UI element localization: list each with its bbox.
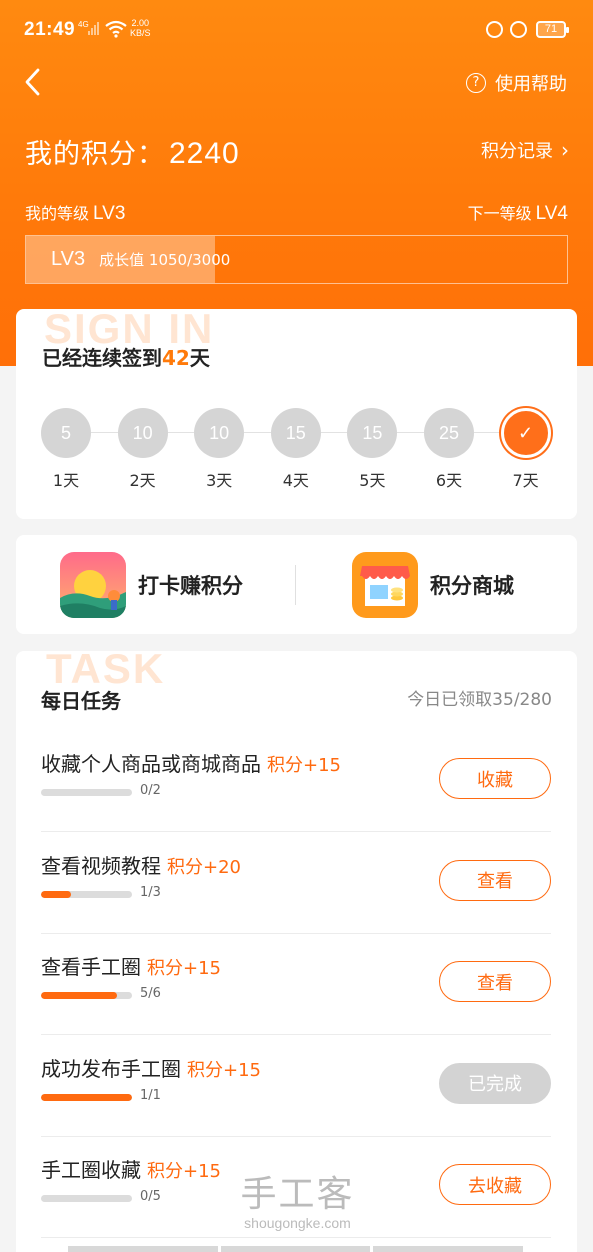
signin-days: 42 (162, 346, 190, 370)
task-name: 查看视频教程 积分+20 (41, 853, 241, 878)
points-label: 我的积分： (25, 139, 165, 170)
task-progress-bar (41, 1093, 132, 1101)
points-mall-button[interactable]: 积分商城 (352, 552, 514, 618)
task-progress-bar (41, 890, 132, 898)
signin-day-7: ✓ 7天 (500, 408, 552, 491)
question-icon: ? (466, 73, 486, 93)
task-name: 收藏个人商品或商城商品 积分+15 (41, 752, 341, 776)
claimed-today: 今日已领取35/280 (407, 690, 552, 710)
task-points: 积分+15 (147, 1161, 221, 1182)
shortcut-divider (295, 565, 296, 605)
task-action-button[interactable]: 查看 (439, 961, 551, 1002)
signin-day-points: 10 (117, 408, 168, 458)
shortcut-card: 打卡赚积分 积分商城 (16, 535, 577, 634)
signin-day-label: 1天 (52, 471, 80, 490)
help-label: 使用帮助 (495, 74, 567, 95)
signin-day-label: 4天 (282, 471, 309, 490)
task-progress-count: 1/3 (140, 884, 161, 900)
task-progress-count: 0/2 (140, 783, 161, 798)
signin-day-points: 10 (194, 408, 245, 458)
eye-comfort-icon (486, 21, 503, 38)
task-progress-count: 5/6 (140, 986, 161, 1001)
signal-icon (88, 21, 100, 35)
task-name: 手工圈收藏 积分+15 (41, 1158, 221, 1182)
task-row: 查看视频教程 积分+20 1/3 查看 (41, 833, 551, 934)
task-row: 查看手工圈 积分+15 5/6 查看 (41, 934, 551, 1035)
checkin-earn-points-label: 打卡赚积分 (138, 574, 243, 598)
task-progress-fill (41, 992, 117, 999)
signin-day-2: 10 2天 (117, 408, 169, 491)
signin-day-label: 6天 (435, 471, 463, 490)
signin-day-1: 5 1天 (40, 408, 92, 491)
signin-day-4: 15 4天 (270, 408, 322, 491)
signin-day-label: 3天 (206, 471, 233, 490)
task-name: 查看手工圈 积分+15 (41, 955, 221, 979)
task-row: 手工圈收藏 积分+15 0/5 去收藏 (41, 1137, 551, 1238)
task-progress-bar (41, 992, 132, 999)
help-button[interactable]: ? 使用帮助 (466, 70, 567, 96)
growth-progress-bar: LV3 成长值 1050/3000 (25, 235, 568, 284)
wifi-icon (105, 20, 127, 38)
back-arrow-icon[interactable] (20, 64, 50, 100)
task-progress-fill (41, 1093, 132, 1101)
current-level: 我的等级 LV3 (25, 203, 126, 224)
points-value: 2240 (169, 137, 240, 170)
signin-day-points: 25 (424, 408, 474, 458)
task-row: 成功发布手工圈 积分+15 1/1 已完成 (41, 1036, 551, 1137)
task-progress-fill (41, 890, 72, 898)
signin-day-label: 7天 (512, 471, 539, 490)
task-progress-bar (41, 1195, 132, 1202)
signin-day-points: 15 (270, 408, 321, 458)
task-action-button[interactable]: 收藏 (439, 758, 551, 799)
status-time: 21:49 (24, 19, 76, 40)
signin-card: SIGN IN 已经连续签到42天 5 1天 10 2天 10 3天 15 4天 15 5天 25 6… (16, 309, 577, 519)
checkin-earn-points-button[interactable]: 打卡赚积分 (60, 552, 243, 618)
task-completed-button: 已完成 (439, 1062, 551, 1104)
checkin-sunrise-icon (60, 552, 126, 618)
daily-tasks-title: 每日任务 (41, 689, 121, 713)
signin-day-points: 5 (41, 408, 91, 458)
records-label: 积分记录 (481, 141, 553, 162)
task-progress-bar (41, 789, 132, 796)
task-points: 积分+15 (187, 1059, 261, 1081)
net-speed: 2.00 KB/S (130, 18, 151, 38)
signin-day-3: 10 3天 (193, 408, 245, 491)
alarm-lock-icon (510, 21, 527, 38)
task-row: 收藏个人商品或商城商品 积分+15 0/2 收藏 (41, 731, 551, 832)
daily-tasks-card: TASK 每日任务 今日已领取35/280 收藏个人商品或商城商品 积分+15 0/… (16, 651, 577, 1252)
task-points: 积分+20 (167, 856, 241, 878)
battery-icon: 71 (536, 21, 569, 38)
signin-day-points: 15 (347, 408, 398, 458)
shop-store-icon (352, 552, 418, 618)
task-action-button[interactable]: 去收藏 (439, 1164, 551, 1205)
task-points: 积分+15 (267, 755, 341, 776)
check-icon: ✓ (500, 408, 551, 458)
points-mall-label: 积分商城 (430, 574, 514, 598)
task-name: 成功发布手工圈 积分+15 (41, 1056, 261, 1081)
task-points: 积分+15 (147, 958, 221, 979)
status-bar: 21:49 4G 2.00 KB/S 71 (0, 0, 593, 60)
signin-day-label: 2天 (129, 471, 156, 490)
signin-day-label: 5天 (359, 471, 386, 490)
points-records-link[interactable]: 积分记录 › (481, 137, 569, 163)
bottom-edge-bar (68, 1246, 524, 1252)
signin-title: 已经连续签到42天 (42, 346, 210, 370)
growth-progress-label: LV3 成长值 1050/3000 (51, 248, 231, 270)
task-action-button[interactable]: 查看 (439, 859, 551, 901)
task-progress-count: 0/5 (140, 1189, 161, 1204)
task-progress-count: 1/1 (140, 1087, 161, 1103)
chevron-right-icon: › (561, 138, 569, 162)
signin-day-5: 15 5天 (346, 408, 398, 491)
next-level: 下一等级 LV4 (467, 203, 568, 224)
signin-day-6: 25 6天 (423, 408, 475, 491)
my-points: 我的积分： 2240 (25, 132, 240, 171)
